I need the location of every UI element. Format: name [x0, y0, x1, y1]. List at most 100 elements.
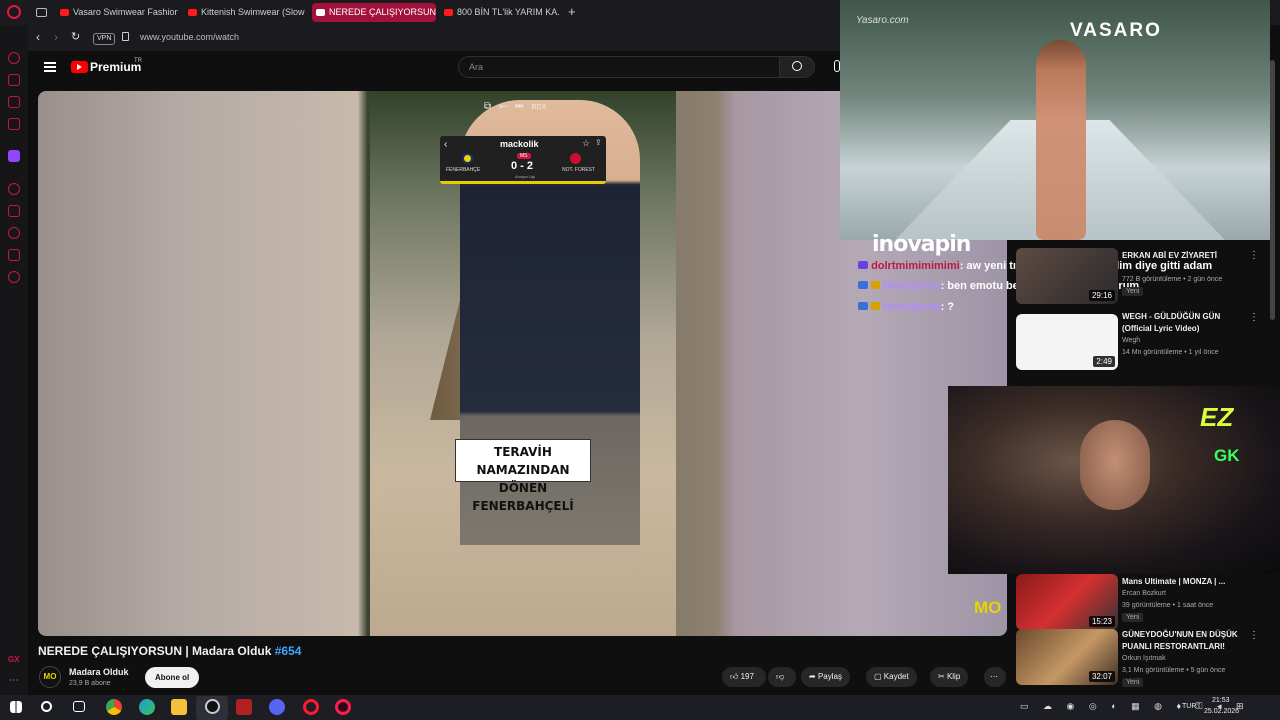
caption-line-2: DÖNEN FENERBAHÇELİ	[472, 481, 574, 513]
search-input[interactable]: Ara	[458, 56, 780, 78]
forward-icon[interactable]: ›	[54, 30, 58, 44]
rec-menu-icon[interactable]: ⋮	[1249, 630, 1259, 641]
sidebar-gx-control-icon[interactable]	[8, 52, 20, 64]
channel-watermark: MO	[974, 598, 1002, 617]
sidebar-messenger-icon[interactable]	[8, 96, 20, 108]
opera-gx-icon[interactable]	[335, 699, 351, 715]
sidebar-player-icon[interactable]	[8, 183, 20, 195]
share-button[interactable]: ➦ Paylaş	[801, 667, 850, 687]
sidebar-bookmarks-icon[interactable]	[8, 205, 20, 217]
url-field[interactable]: www.youtube.com/watch	[140, 32, 239, 42]
pip-next-icon[interactable]: ⏭	[515, 101, 531, 112]
sidebar-mail-icon[interactable]	[8, 118, 20, 130]
rec-thumbnail[interactable]: 29:16	[1016, 248, 1118, 304]
back-icon[interactable]: ‹	[36, 30, 40, 44]
sidebar-more-icon[interactable]: ⋯	[9, 675, 19, 686]
rec-thumbnail[interactable]: 2:49	[1016, 314, 1118, 370]
discord-icon[interactable]	[269, 699, 285, 715]
rec-thumbnail[interactable]: 15:23	[1016, 574, 1118, 630]
rec-title[interactable]: Mans Ultimate | MONZA | ...	[1122, 576, 1247, 588]
rec-badge: Yeni	[1122, 678, 1144, 687]
file-explorer-icon[interactable]	[171, 699, 187, 715]
save-label: Kaydet	[883, 672, 909, 681]
rec-menu-icon[interactable]: ⋮	[1249, 312, 1259, 323]
like-icon: 👍︎	[730, 672, 739, 681]
scissors-icon: ✂	[938, 672, 945, 681]
away-crest-icon	[570, 153, 581, 164]
share-label: Paylaş	[817, 672, 842, 681]
rec-channel[interactable]: Wegh	[1122, 337, 1140, 344]
share-small-icon: ⇪	[595, 138, 602, 147]
search-icon	[792, 61, 802, 71]
tab-islands-icon[interactable]	[36, 8, 47, 17]
bookmark-icon: ▢	[874, 672, 882, 681]
save-button[interactable]: ▢ Kaydet	[866, 667, 917, 687]
subscribe-button[interactable]: Abone ol	[145, 667, 200, 688]
channel-name[interactable]: Madara Olduk	[69, 667, 129, 677]
chat-user[interactable]: Hidrojennx	[883, 301, 940, 313]
voicemeeter-icon[interactable]	[236, 699, 252, 715]
youtube-logo-icon[interactable]	[71, 61, 88, 73]
input-language[interactable]: TUR	[1182, 703, 1196, 710]
chrome-icon[interactable]	[106, 699, 122, 715]
tab-label: Kittenish Swimwear (Slow	[201, 7, 305, 17]
rec-title[interactable]: ERKAN ABİ EV ZİYARETİ	[1122, 250, 1247, 262]
lock-icon	[122, 32, 129, 41]
runway-brand: VASARO	[1070, 20, 1162, 41]
tab-label: Vasaro Swimwear Fashion	[73, 7, 178, 17]
home-team: FENERBAHÇE	[446, 167, 481, 173]
video-hashtag[interactable]: #654	[275, 644, 302, 658]
clock-time[interactable]: 21:53	[1212, 697, 1230, 704]
tab-kittenish[interactable]: Kittenish Swimwear (Slow	[184, 3, 306, 22]
clip-button[interactable]: ✂ Klip	[930, 667, 969, 687]
rec-meta: 772 B görüntüleme • 2 gün önce	[1122, 276, 1223, 283]
star-icon: ☆	[582, 138, 591, 148]
video-caption: TERAVİH NAMAZINDAN DÖNEN FENERBAHÇELİ	[455, 439, 591, 513]
opera-icon[interactable]	[303, 699, 319, 715]
clock-date[interactable]: 25.02.2026	[1204, 708, 1239, 715]
page-scrollbar[interactable]	[1270, 60, 1275, 320]
taskbar-search-icon[interactable]	[41, 701, 52, 712]
rec-title[interactable]: WEGH - GÜLDÜĞÜN GÜN (Official Lyric Vide…	[1122, 311, 1247, 335]
search-button[interactable]	[779, 56, 815, 78]
subscriber-count: 23,9 B abone	[69, 680, 111, 687]
match-score: 0 - 2	[511, 160, 534, 172]
task-view-icon[interactable]	[73, 701, 85, 712]
sidebar-shop-icon[interactable]	[8, 74, 20, 86]
chat-user[interactable]: Hidrojennx	[883, 280, 940, 292]
like-count: 197	[740, 672, 754, 681]
rec-badge: Yeni	[1122, 613, 1144, 622]
pip-expand-icon[interactable]: ⧉	[484, 101, 499, 112]
like-button[interactable]: 👍︎ 197	[722, 667, 766, 687]
rec-channel[interactable]: Orkun Işıtmak	[1122, 655, 1166, 662]
sidebar-twitch-icon[interactable]	[8, 150, 20, 162]
rec-channel[interactable]: Ercan Bozkurt	[1122, 590, 1166, 597]
rec-meta: 39 görüntüleme • 1 saat önce	[1122, 602, 1214, 609]
more-actions-button[interactable]: ⋯	[984, 667, 1006, 687]
tab-vasaro[interactable]: Vasaro Swimwear Fashion	[56, 3, 178, 22]
youtube-icon	[316, 9, 325, 16]
menu-icon[interactable]	[44, 62, 56, 72]
video-title-text: NEREDE ÇALIŞIYORSUN | Madara Olduk	[38, 644, 272, 658]
edge-icon[interactable]	[139, 699, 155, 715]
pip-return-icon[interactable]: ⇤	[499, 101, 515, 112]
vpn-badge[interactable]: VPN	[93, 33, 116, 45]
reload-icon[interactable]: ↻	[71, 30, 80, 43]
rec-thumbnail[interactable]: 32:07	[1016, 629, 1118, 685]
chat-user[interactable]: dolrtmimimimimi	[871, 260, 960, 272]
pip-controls: ⧉⇤⏭RDX	[484, 101, 546, 112]
new-tab-button[interactable]: +	[568, 4, 576, 19]
sidebar-history-icon[interactable]	[8, 227, 20, 239]
rec-menu-icon[interactable]: ⋮	[1249, 250, 1259, 261]
start-icon[interactable]	[10, 701, 22, 713]
address-bar: ‹ › ↻ VPN www.youtube.com/watch	[28, 25, 840, 51]
youtube-region: TR	[134, 58, 142, 64]
opera-logo-icon[interactable]	[7, 5, 21, 19]
tab-800-bin[interactable]: 800 BİN TL'lik YARIM KA...	[440, 3, 560, 22]
tab-nerede-calisiyorsun[interactable]: NEREDE ÇALIŞIYORSUN |	[312, 3, 436, 22]
sidebar-extensions-icon[interactable]	[8, 249, 20, 261]
rec-title[interactable]: GÜNEYDOĞU'NUN EN DÜŞÜK PUANLI RESTORANTL…	[1122, 629, 1247, 653]
sidebar-settings-icon[interactable]	[8, 271, 20, 283]
channel-avatar[interactable]: MO	[39, 666, 61, 688]
dislike-button[interactable]: 👎︎	[768, 667, 796, 687]
